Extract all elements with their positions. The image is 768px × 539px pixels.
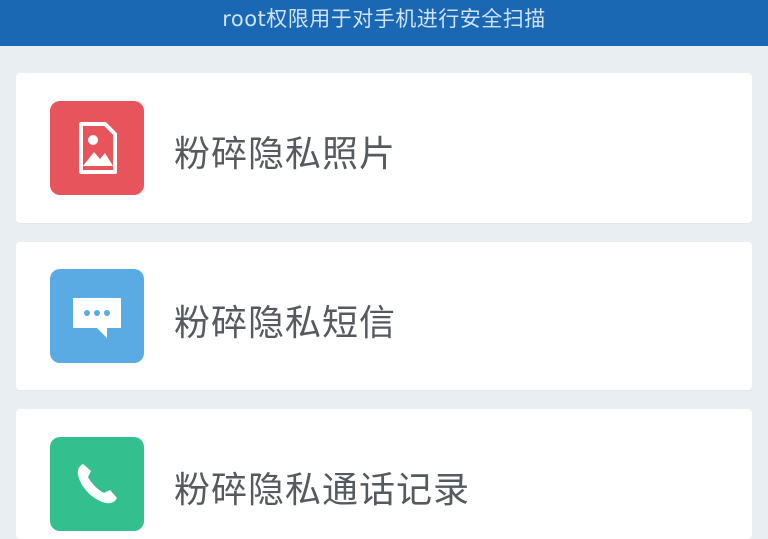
- item-label: 粉碎隐私照片: [174, 134, 397, 175]
- message-icon: [73, 298, 121, 338]
- phone-icon-tile: [50, 437, 144, 531]
- photo-icon-tile: [50, 101, 144, 195]
- phone-icon: [77, 464, 117, 504]
- shred-private-photos-item[interactable]: 粉碎隐私照片: [16, 73, 752, 223]
- shred-private-sms-item[interactable]: 粉碎隐私短信: [16, 242, 752, 390]
- item-label: 粉碎隐私通话记录: [174, 470, 471, 511]
- message-icon-tile: [50, 269, 144, 363]
- root-permission-notice: root权限用于对手机进行安全扫描: [222, 7, 546, 31]
- item-label: 粉碎隐私短信: [174, 303, 397, 344]
- photo-icon: [79, 122, 117, 174]
- shred-private-call-log-item[interactable]: 粉碎隐私通话记录: [16, 409, 752, 539]
- top-banner: root权限用于对手机进行安全扫描: [0, 0, 768, 46]
